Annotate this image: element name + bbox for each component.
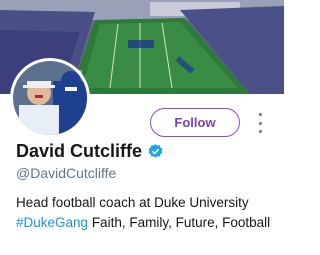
profile-avatar[interactable]	[10, 58, 90, 138]
bio-text: Faith, Family, Future, Football	[88, 215, 271, 230]
profile-bio: Head football coach at Duke University #…	[16, 193, 278, 233]
profile-name-row: David Cutcliffe	[16, 141, 164, 162]
bio-line-2: #DukeGang Faith, Family, Future, Footbal…	[16, 213, 278, 233]
more-dot	[258, 113, 262, 116]
hashtag-link[interactable]: #DukeGang	[16, 215, 88, 230]
more-options-icon[interactable]	[255, 113, 265, 133]
verified-badge-icon	[147, 143, 164, 160]
more-dot	[258, 130, 262, 133]
bio-line: Head football coach at Duke University	[16, 195, 249, 210]
more-dot	[258, 121, 262, 125]
profile-name: David Cutcliffe	[16, 141, 143, 161]
profile-handle: @DavidCutcliffe	[16, 165, 117, 181]
follow-button[interactable]: Follow	[150, 108, 240, 137]
